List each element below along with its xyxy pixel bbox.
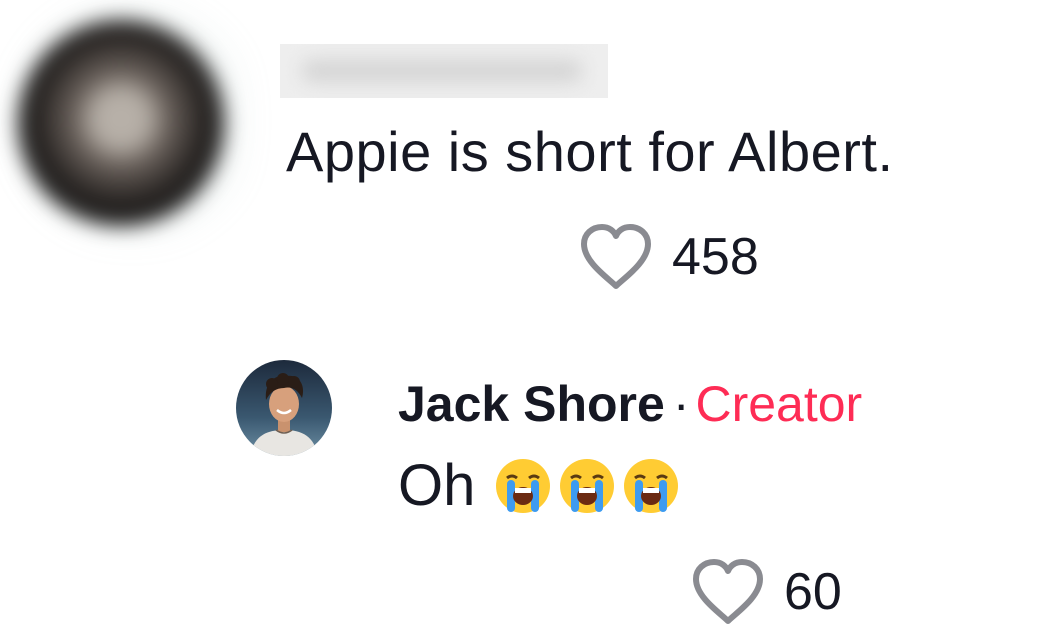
separator-dot: · [672, 376, 690, 432]
reply-like-count: 60 [784, 563, 842, 621]
comment-like-count: 458 [672, 228, 759, 286]
reply-like-button[interactable]: 60 [690, 557, 842, 627]
loudly-crying-face-emoji [560, 459, 615, 513]
loudly-crying-face-emoji [496, 459, 551, 513]
heart-icon [581, 224, 651, 289]
comment-text: Appie is short for Albert. [286, 120, 894, 183]
commenter-username-redacted[interactable] [280, 44, 608, 98]
creator-badge: Creator [695, 376, 863, 432]
reply-author-name[interactable]: Jack Shore [398, 376, 665, 432]
comment-like-button[interactable]: 458 [578, 222, 759, 292]
loudly-crying-face-emoji [624, 459, 679, 513]
reply-text-word: Oh [398, 453, 476, 518]
commenter-avatar[interactable] [18, 20, 224, 226]
avatar-image [236, 360, 332, 456]
reply-header: Jack Shore · Creator [398, 374, 862, 434]
reply-text: Oh [398, 452, 685, 520]
heart-icon [693, 559, 763, 624]
reply-author-avatar[interactable] [236, 360, 332, 456]
